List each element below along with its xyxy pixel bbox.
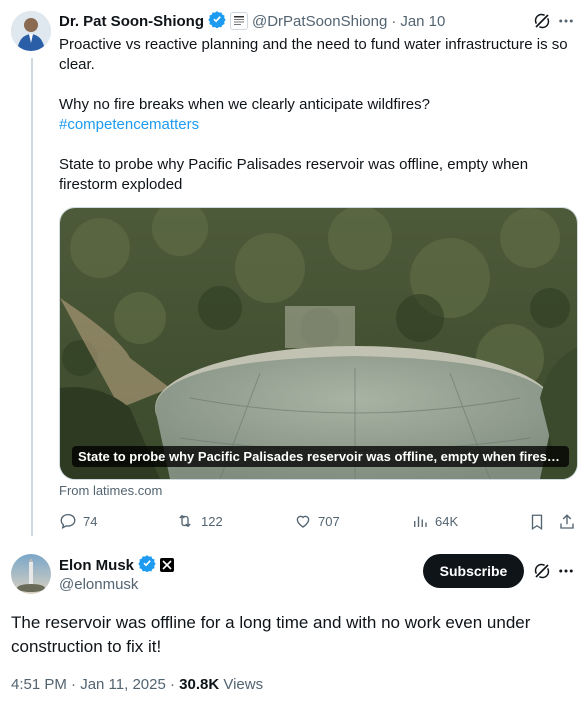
author-avatar[interactable]	[11, 11, 51, 51]
thread-connector-line	[31, 58, 33, 536]
more-options-icon[interactable]	[556, 11, 576, 31]
share-icon[interactable]	[557, 512, 577, 532]
grok-icon[interactable]	[532, 561, 552, 581]
repost-icon	[179, 514, 191, 528]
reservoir-image	[60, 208, 577, 479]
x-affiliation-badge-icon[interactable]	[160, 558, 175, 572]
grok-icon[interactable]	[532, 11, 552, 31]
hashtag-link[interactable]: #competencematters	[59, 115, 571, 135]
author-handle[interactable]: @elonmusk	[59, 576, 138, 593]
view-count: 64K	[435, 513, 459, 529]
more-options-icon[interactable]	[556, 561, 576, 581]
tweet-header: Dr. Pat Soon-Shiong @DrPatSoonShiong · J…	[59, 10, 445, 33]
analytics-icon	[414, 516, 427, 527]
repost-count: 122	[201, 513, 223, 529]
tweet-paragraph: Why no fire breaks when we clearly antic…	[59, 96, 430, 113]
affiliation-badge-icon[interactable]	[230, 12, 248, 30]
like-count: 707	[318, 513, 340, 529]
views-button[interactable]: 64K	[411, 512, 458, 530]
card-caption: State to probe why Pacific Palisades res…	[72, 446, 569, 467]
author-avatar[interactable]	[11, 554, 51, 594]
bookmark-icon[interactable]	[527, 512, 547, 532]
tweet-date[interactable]: Jan 10	[400, 13, 445, 30]
author-handle[interactable]: @DrPatSoonShiong	[252, 13, 387, 30]
tweet-body: Proactive vs reactive planning and the n…	[59, 35, 571, 195]
repost-button[interactable]: 122	[175, 512, 223, 530]
views-count: 30.8K	[179, 676, 220, 693]
reply-count: 74	[83, 513, 98, 529]
card-source[interactable]: From latimes.com	[59, 483, 162, 498]
author-name[interactable]: Elon Musk	[59, 557, 134, 574]
tweet-timestamp[interactable]: 4:51 PM · Jan 11, 2025 ·	[11, 676, 179, 693]
link-card[interactable]: State to probe why Pacific Palisades res…	[59, 207, 578, 480]
tweet-header: Elon Musk	[59, 554, 175, 577]
main-tweet-text: The reservoir was offline for a long tim…	[11, 613, 531, 656]
reply-button[interactable]: 74	[59, 512, 97, 530]
author-name[interactable]: Dr. Pat Soon-Shiong	[59, 13, 204, 30]
dot-separator: ·	[391, 12, 397, 30]
subscribe-button[interactable]: Subscribe	[423, 554, 524, 588]
like-button[interactable]: 707	[294, 512, 340, 530]
verified-badge-icon	[138, 554, 156, 577]
verified-badge-icon	[208, 10, 226, 33]
tweet-paragraph: Proactive vs reactive planning and the n…	[59, 36, 568, 73]
tweet-paragraph: State to probe why Pacific Palisades res…	[59, 156, 529, 193]
heart-icon	[296, 515, 310, 528]
reply-icon	[60, 513, 76, 530]
views-label: Views	[219, 676, 264, 693]
tweet-meta: 4:51 PM · Jan 11, 2025 · 30.8K Views	[11, 676, 263, 693]
